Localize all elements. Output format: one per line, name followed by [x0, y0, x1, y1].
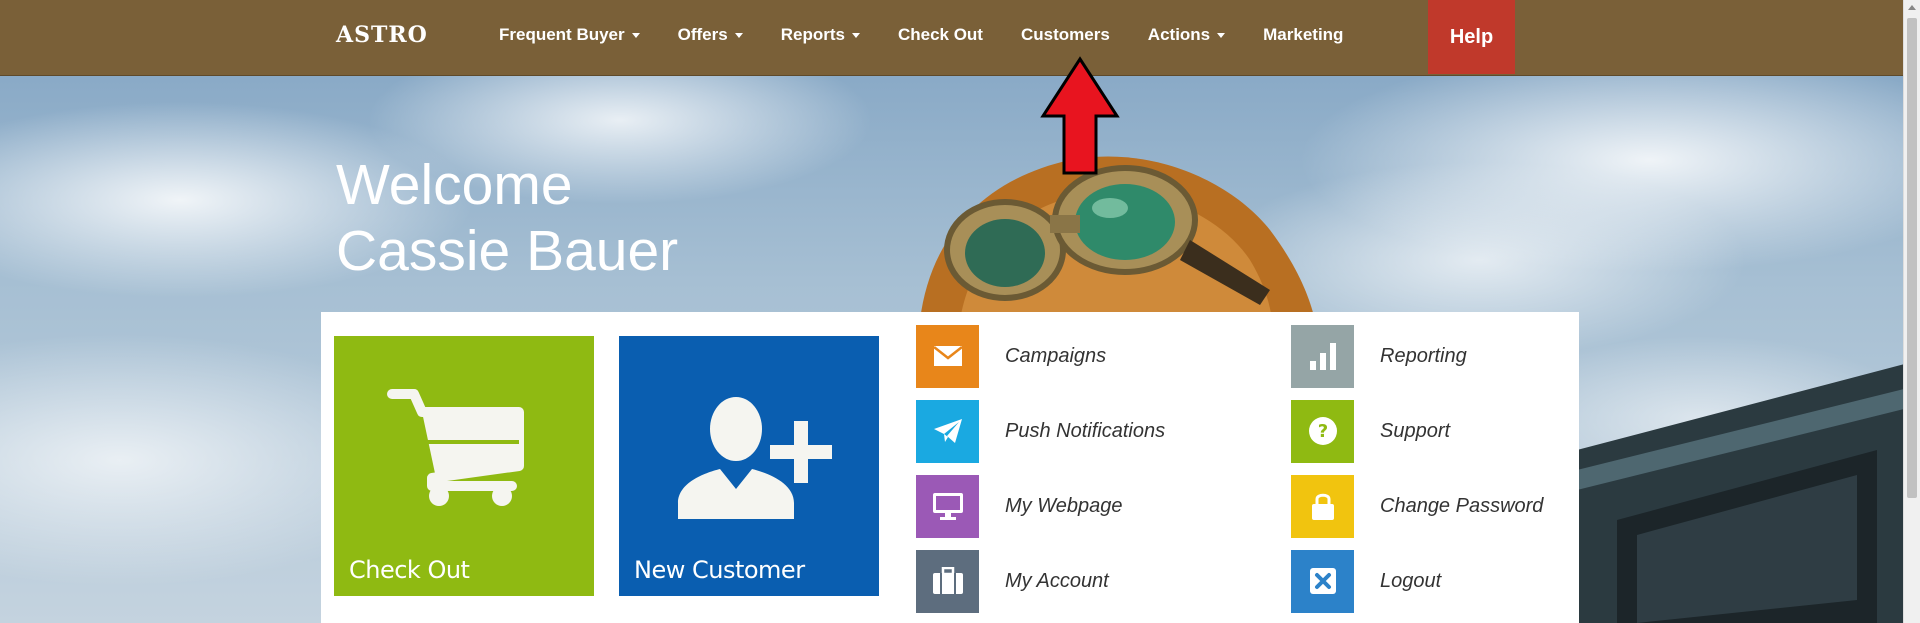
new-customer-tile[interactable]: New Customer [619, 336, 879, 596]
user-name: Cassie Bauer [336, 219, 679, 283]
nav-item-label: Check Out [897, 25, 983, 44]
nav-item-actions[interactable]: Actions [1129, 0, 1244, 70]
push-notifications-link[interactable]: Push Notifications [916, 399, 1165, 463]
change-password-link[interactable]: Change Password [1291, 474, 1543, 538]
nav-item-label: Reports [780, 25, 845, 44]
reporting-link[interactable]: Reporting [1291, 324, 1467, 388]
support-label: Support [1380, 419, 1451, 442]
add-user-icon [678, 397, 832, 519]
page-scrollbar[interactable] [1903, 0, 1920, 623]
shopping-cart-icon [387, 389, 524, 506]
check-out-tile[interactable]: Check Out [334, 336, 594, 596]
svg-text:?: ? [1317, 421, 1327, 442]
nav-item-offers[interactable]: Offers [659, 0, 762, 70]
new-customer-tile-label: New Customer [634, 556, 805, 584]
nav-item-check-out[interactable]: Check Out [879, 0, 1002, 70]
change-password-label: Change Password [1380, 494, 1544, 517]
logout-label: Logout [1380, 569, 1442, 592]
red-arrow-annotation [1040, 56, 1120, 175]
reporting-label: Reporting [1380, 344, 1467, 367]
nav-item-label: Customers [1020, 25, 1110, 44]
scrollbar-thumb[interactable] [1907, 18, 1917, 498]
campaigns-link[interactable]: Campaigns [916, 324, 1106, 388]
campaigns-label: Campaigns [1005, 344, 1107, 367]
caret-down-icon [734, 32, 743, 38]
question-icon: ? [1291, 399, 1354, 463]
nav-item-label: Frequent Buyer [499, 25, 625, 44]
caret-down-icon [631, 32, 640, 38]
my-webpage-label: My Webpage [1005, 494, 1123, 517]
caret-down-icon [1217, 32, 1226, 38]
welcome-line: Welcome [336, 153, 573, 217]
monitor-icon [916, 474, 979, 538]
navbar: ASTRO Frequent Buyer Offers Reports Chec… [0, 0, 1903, 76]
nav-item-frequent-buyer[interactable]: Frequent Buyer [480, 0, 659, 70]
check-out-tile-label: Check Out [349, 556, 470, 584]
welcome-heading: Welcome Cassie Bauer [336, 152, 678, 284]
logout-link[interactable]: Logout [1291, 549, 1441, 613]
my-webpage-link[interactable]: My Webpage [916, 474, 1122, 538]
nav-item-marketing[interactable]: Marketing [1244, 0, 1362, 70]
nav-menu: Frequent Buyer Offers Reports Check Out … [480, 0, 1362, 70]
my-account-label: My Account [1005, 569, 1109, 592]
push-notifications-label: Push Notifications [1005, 419, 1166, 442]
close-box-icon [1291, 549, 1354, 613]
scroll-up-icon[interactable] [1908, 5, 1916, 10]
my-account-link[interactable]: My Account [916, 549, 1109, 613]
lock-icon [1291, 474, 1354, 538]
nav-item-label: Actions [1147, 25, 1211, 44]
nav-item-reports[interactable]: Reports [762, 0, 879, 70]
dashboard-panel: Check Out New Customer Campaigns Push No… [321, 312, 1579, 623]
nav-item-label: Offers [677, 25, 728, 44]
brand-logo[interactable]: ASTRO [336, 22, 428, 48]
support-link[interactable]: ? Support [1291, 399, 1450, 463]
envelope-icon [916, 324, 979, 388]
help-button[interactable]: Help [1428, 0, 1515, 74]
plane-image [1577, 360, 1920, 623]
briefcase-icon [916, 549, 979, 613]
nav-item-label: Marketing [1263, 25, 1344, 44]
bar-chart-icon [1291, 324, 1354, 388]
caret-down-icon [851, 32, 860, 38]
paper-plane-icon [916, 399, 979, 463]
